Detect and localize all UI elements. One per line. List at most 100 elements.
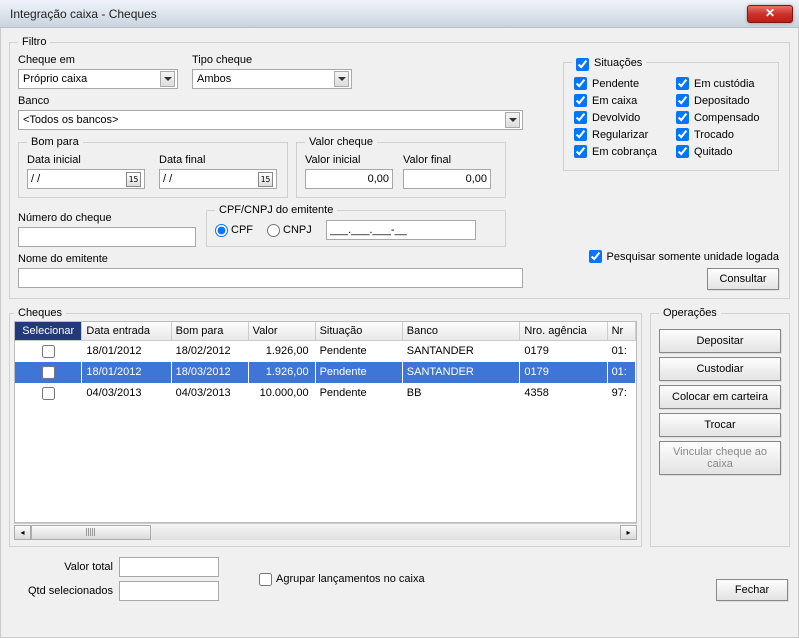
scroll-right-button[interactable]: ▸: [620, 525, 637, 540]
horizontal-scrollbar[interactable]: ◂ ▸: [14, 523, 637, 540]
situacao-quitado[interactable]: Quitado: [676, 145, 768, 158]
situacao-regularizar[interactable]: Regularizar: [574, 128, 666, 141]
scroll-thumb[interactable]: [31, 525, 151, 540]
cell-banco: BB: [402, 383, 520, 404]
scroll-left-button[interactable]: ◂: [14, 525, 31, 540]
cell-agencia: 4358: [520, 383, 607, 404]
col-banco[interactable]: Banco: [402, 322, 520, 340]
cell-bom-para: 04/03/2013: [171, 383, 248, 404]
cell-valor: 10.000,00: [248, 383, 315, 404]
data-inicial-input[interactable]: / / 15: [27, 169, 145, 189]
col-valor[interactable]: Valor: [248, 322, 315, 340]
situacao-depositado[interactable]: Depositado: [676, 94, 768, 107]
consultar-button[interactable]: Consultar: [707, 268, 779, 290]
situacao-em-caixa[interactable]: Em caixa: [574, 94, 666, 107]
col-nr[interactable]: Nr: [607, 322, 635, 340]
col-nro-agencia[interactable]: Nro. agência: [520, 322, 607, 340]
close-button[interactable]: ✕: [747, 5, 793, 23]
calendar-icon[interactable]: 15: [258, 172, 273, 187]
agrupar-lancamentos-checkbox[interactable]: Agrupar lançamentos no caixa: [259, 573, 425, 586]
situacao-em-cobranca[interactable]: Em cobrança: [574, 145, 666, 158]
vincular-cheque-button[interactable]: Vincular cheque ao caixa: [659, 441, 781, 475]
fechar-button[interactable]: Fechar: [716, 579, 788, 601]
cpf-cnpj-legend: CPF/CNPJ do emitente: [215, 204, 337, 216]
bom-para-group: Bom para Data inicial / / 15 Data final: [18, 136, 288, 198]
col-data-entrada[interactable]: Data entrada: [82, 322, 171, 340]
operacoes-legend: Operações: [659, 307, 721, 319]
valor-cheque-legend: Valor cheque: [305, 136, 377, 148]
chevron-down-icon: [334, 71, 349, 87]
col-situacao[interactable]: Situação: [315, 322, 402, 340]
valor-final-input[interactable]: [403, 169, 491, 189]
cell-banco: SANTANDER: [402, 362, 520, 383]
situacao-compensado[interactable]: Compensado: [676, 111, 768, 124]
row-select-checkbox[interactable]: [42, 366, 55, 379]
numero-cheque-input[interactable]: [18, 227, 196, 247]
window-title: Integração caixa - Cheques: [10, 7, 747, 21]
valor-inicial-label: Valor inicial: [305, 154, 393, 166]
titlebar: Integração caixa - Cheques ✕: [0, 0, 799, 28]
col-selecionar[interactable]: Selecionar: [15, 322, 82, 340]
table-row[interactable]: 18/01/201218/03/20121.926,00PendenteSANT…: [15, 362, 636, 383]
situacao-pendente[interactable]: Pendente: [574, 77, 666, 90]
cell-nr: 97:: [607, 383, 635, 404]
valor-final-label: Valor final: [403, 154, 491, 166]
tipo-cheque-select[interactable]: Ambos: [192, 69, 352, 89]
depositar-button[interactable]: Depositar: [659, 329, 781, 353]
cpf-radio[interactable]: CPF: [215, 224, 253, 237]
filter-legend: Filtro: [18, 36, 50, 48]
cell-valor: 1.926,00: [248, 362, 315, 383]
situacoes-group: Situações Pendente Em custódia Em caixa …: [563, 56, 779, 171]
table-row[interactable]: 04/03/201304/03/201310.000,00PendenteBB4…: [15, 383, 636, 404]
situacoes-legend-label: Situações: [594, 57, 642, 69]
valor-inicial-input[interactable]: [305, 169, 393, 189]
colocar-carteira-button[interactable]: Colocar em carteira: [659, 385, 781, 409]
table-row[interactable]: 18/01/201218/02/20121.926,00PendenteSANT…: [15, 340, 636, 362]
cell-nr: 01:: [607, 340, 635, 362]
cell-situacao: Pendente: [315, 340, 402, 362]
banco-select[interactable]: <Todos os bancos>: [18, 110, 523, 130]
data-inicial-label: Data inicial: [27, 154, 145, 166]
cheque-em-select[interactable]: Próprio caixa: [18, 69, 178, 89]
cell-data-entrada: 04/03/2013: [82, 383, 171, 404]
trocar-button[interactable]: Trocar: [659, 413, 781, 437]
situacoes-all-checkbox[interactable]: [576, 58, 589, 71]
tipo-cheque-label: Tipo cheque: [192, 54, 352, 66]
calendar-icon[interactable]: 15: [126, 172, 141, 187]
situacao-devolvido[interactable]: Devolvido: [574, 111, 666, 124]
chevron-down-icon: [160, 71, 175, 87]
qtd-selecionados-output: [119, 581, 219, 601]
cheques-group: Cheques Selecionar Data entrada Bom para…: [9, 307, 642, 547]
col-bom-para[interactable]: Bom para: [171, 322, 248, 340]
valor-total-output: [119, 557, 219, 577]
custodiar-button[interactable]: Custodiar: [659, 357, 781, 381]
cpf-cnpj-input[interactable]: [326, 220, 476, 240]
cheques-legend: Cheques: [14, 307, 66, 319]
situacao-em-custodia[interactable]: Em custódia: [676, 77, 768, 90]
situacoes-legend[interactable]: Situações: [572, 56, 646, 69]
row-select-checkbox[interactable]: [42, 345, 55, 358]
row-select-checkbox[interactable]: [42, 387, 55, 400]
situacao-trocado[interactable]: Trocado: [676, 128, 768, 141]
chevron-down-icon: [505, 112, 520, 128]
cell-bom-para: 18/03/2012: [171, 362, 248, 383]
nome-emitente-input[interactable]: [18, 268, 523, 288]
cheques-table[interactable]: Selecionar Data entrada Bom para Valor S…: [15, 322, 636, 404]
cell-agencia: 0179: [520, 340, 607, 362]
cnpj-radio[interactable]: CNPJ: [267, 224, 312, 237]
data-final-input[interactable]: / / 15: [159, 169, 277, 189]
cell-valor: 1.926,00: [248, 340, 315, 362]
cell-nr: 01:: [607, 362, 635, 383]
filter-group: Filtro Situações Pendente Em custódia Em…: [9, 36, 790, 299]
pesquisar-unidade-checkbox[interactable]: Pesquisar somente unidade logada: [589, 250, 779, 263]
cell-banco: SANTANDER: [402, 340, 520, 362]
cell-data-entrada: 18/01/2012: [82, 362, 171, 383]
cpf-cnpj-group: CPF/CNPJ do emitente CPF CNPJ: [206, 204, 506, 247]
cheque-em-label: Cheque em: [18, 54, 178, 66]
data-final-label: Data final: [159, 154, 277, 166]
valor-total-label: Valor total: [9, 561, 119, 573]
cell-data-entrada: 18/01/2012: [82, 340, 171, 362]
qtd-selecionados-label: Qtd selecionados: [9, 585, 119, 597]
nome-emitente-label: Nome do emitente: [18, 253, 528, 265]
cell-situacao: Pendente: [315, 383, 402, 404]
